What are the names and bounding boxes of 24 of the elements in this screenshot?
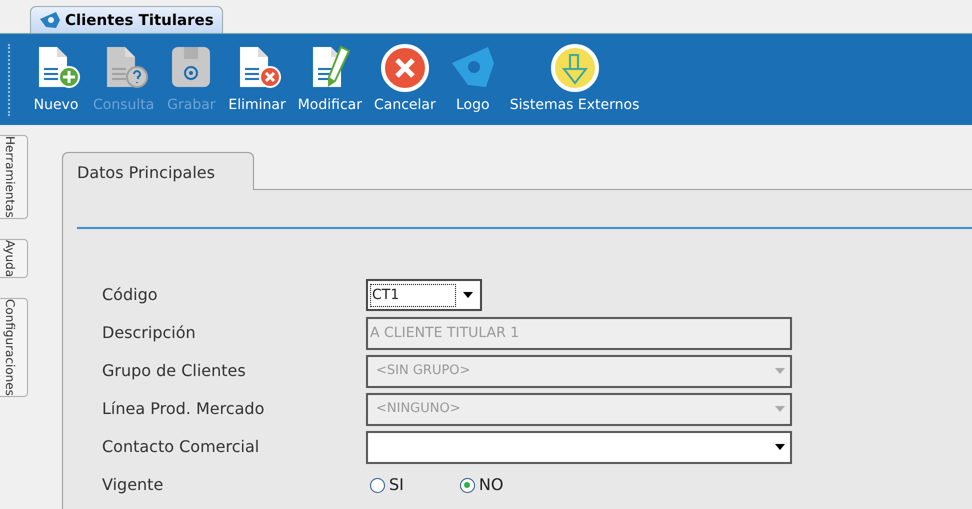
toolbar-button[interactable]: Nuevo <box>25 40 87 120</box>
field-label: Código <box>102 284 159 306</box>
side-tab[interactable]: Configuraciones <box>0 298 28 397</box>
field-label: Grupo de Clientes <box>102 360 247 382</box>
toolbar-button[interactable]: Modificar <box>292 40 368 120</box>
form-tab[interactable]: Datos Principales <box>62 152 254 190</box>
dropdown-field[interactable] <box>366 430 792 464</box>
toolbar-button[interactable]: Logo <box>442 40 504 120</box>
field-label: Descripción <box>102 322 197 344</box>
logo-icon <box>39 11 61 29</box>
field-label: Vigente <box>102 474 164 496</box>
cancel-icon <box>380 43 430 93</box>
radio-option[interactable]: NO <box>460 473 504 497</box>
radio-option[interactable]: SI <box>370 473 404 497</box>
side-tab[interactable]: Herramientas <box>0 135 28 219</box>
field-label: Contacto Comercial <box>102 436 260 458</box>
toolbar-button[interactable]: Cancelar <box>368 40 442 120</box>
code-combo-box[interactable]: CT1 <box>366 279 482 311</box>
toolbar-button[interactable]: Sistemas Externos <box>504 40 646 120</box>
field-label: Línea Prod. Mercado <box>102 398 266 420</box>
toolbar-button[interactable]: Eliminar <box>222 40 292 120</box>
window-title: Clientes Titulares <box>65 10 214 31</box>
side-tab[interactable]: Ayuda <box>0 238 28 278</box>
window-tab[interactable]: Clientes Titulares <box>30 6 223 33</box>
